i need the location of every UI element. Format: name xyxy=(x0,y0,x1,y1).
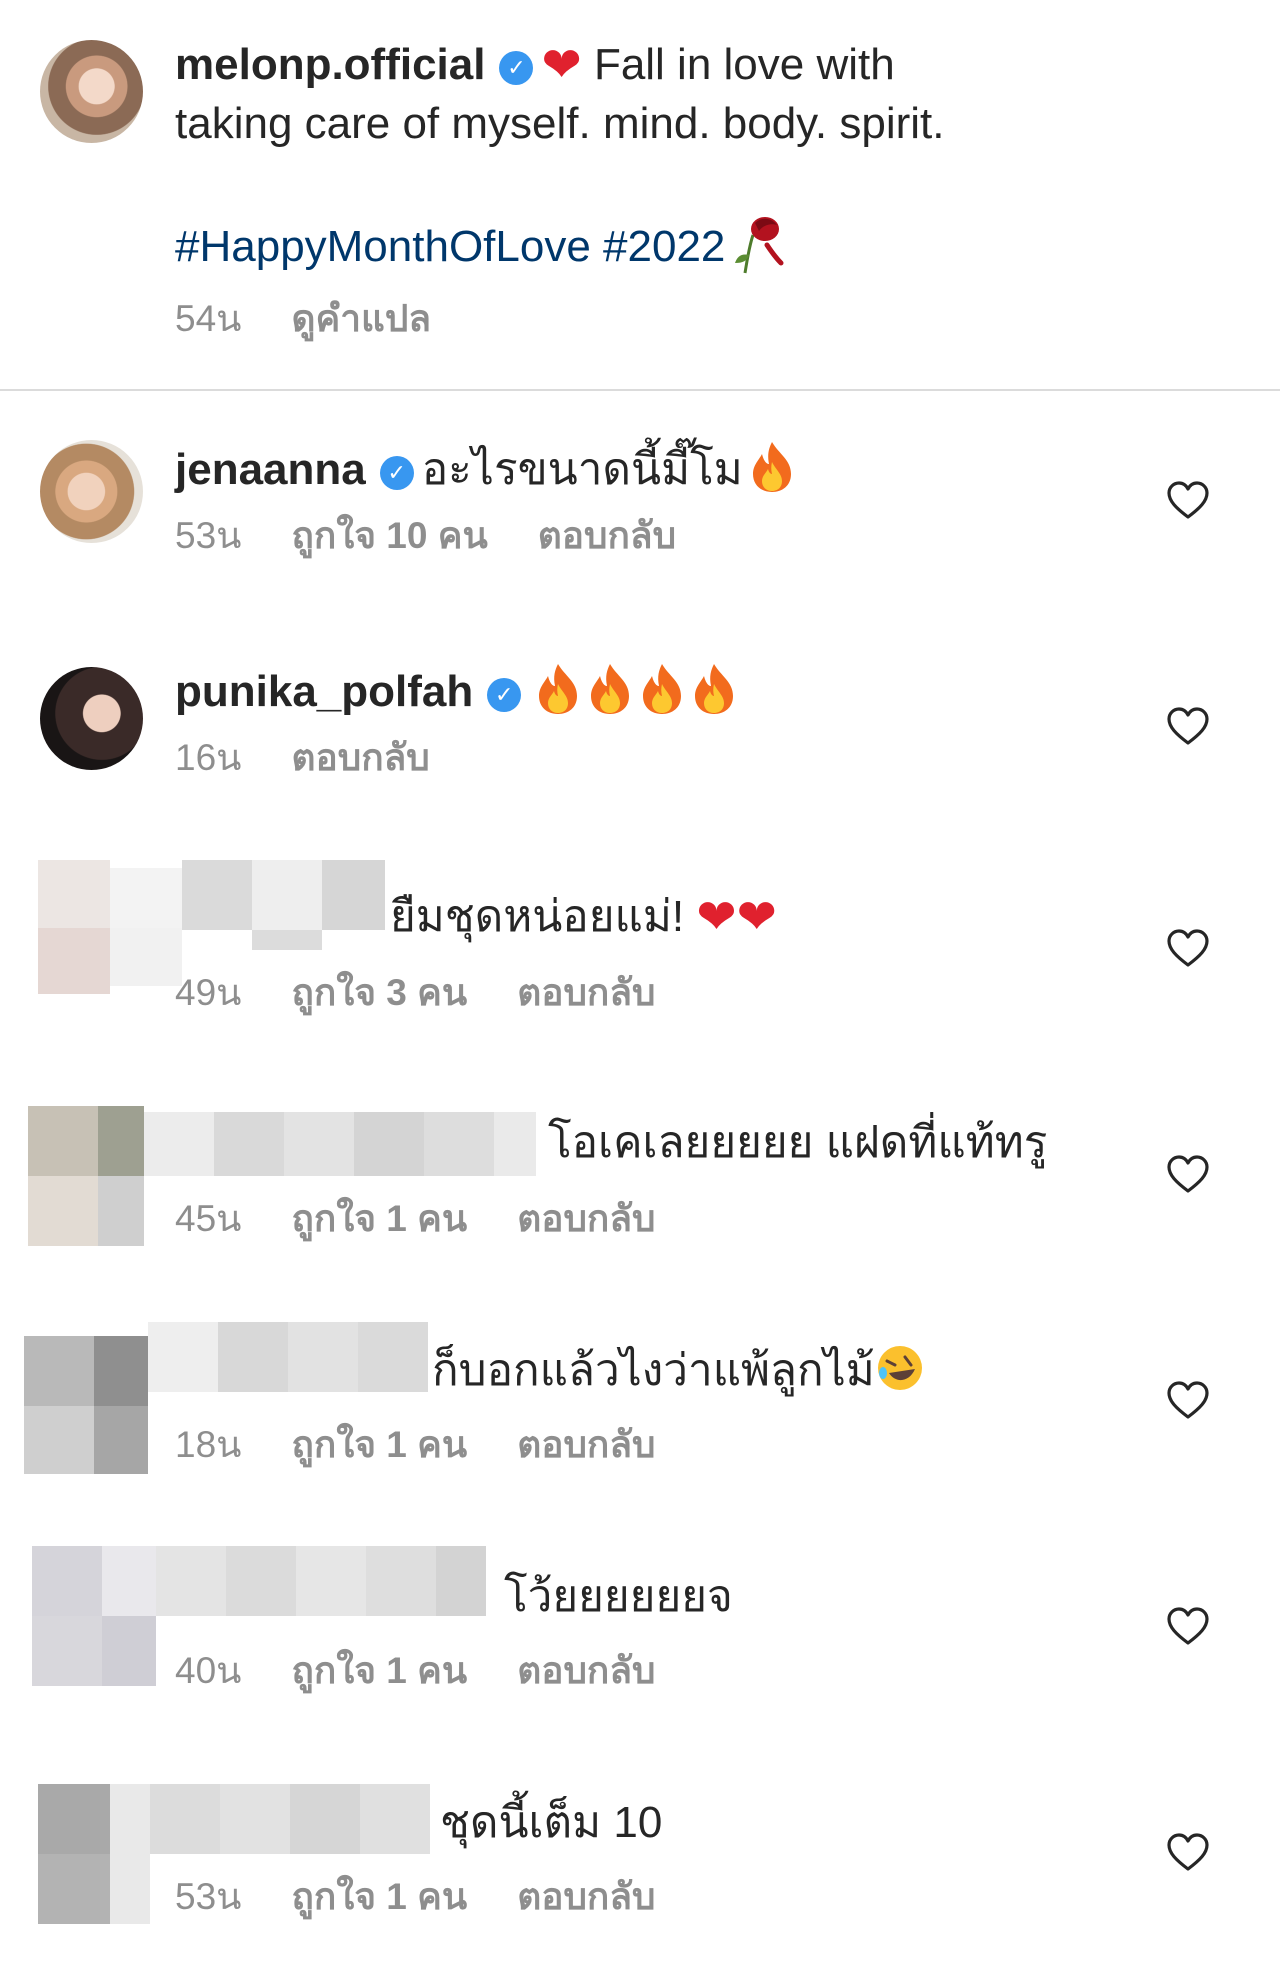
reply-button[interactable]: ตอบกลับ xyxy=(517,972,655,1013)
reply-button[interactable]: ตอบกลับ xyxy=(517,1424,655,1465)
comment-meta: 40น ถูกใจ 1 คน ตอบกลับ xyxy=(175,1648,706,1694)
divider xyxy=(0,389,1280,391)
comment-meta: 53น ถูกใจ 1 คน ตอบกลับ xyxy=(175,1874,706,1920)
pixelated-avatar[interactable] xyxy=(24,1336,148,1474)
caption-text-line1: Fall in love with xyxy=(593,40,895,89)
caption-time: 54น xyxy=(175,298,242,339)
translate-link[interactable]: ดูคำแปล xyxy=(291,298,431,339)
caption-hashtags[interactable]: #HappyMonthOfLove #2022 xyxy=(175,222,725,271)
comment-line: ยืมชุดหน่อยแม่! ❤❤ xyxy=(390,888,777,947)
heart-outline-icon[interactable] xyxy=(1166,706,1210,746)
caption-meta: 54น ดูคำแปล xyxy=(175,296,944,342)
comment-text: ก็บอกแล้วไงว่าแพ้ลูกไม้ xyxy=(432,1346,875,1395)
pixelated-avatar[interactable] xyxy=(38,860,110,994)
reply-button[interactable]: ตอบกลับ xyxy=(291,737,429,778)
comment-item: jenaanna ✓ อะไรขนาดนี้มี๊โม 53น ถูกใจ 10 คน… xyxy=(175,440,795,559)
comment-likes[interactable]: ถูกใจ 1 คน xyxy=(291,1876,467,1917)
pixelated-avatar[interactable] xyxy=(38,1784,110,1924)
caption-username[interactable]: melonp.official xyxy=(175,40,485,89)
verified-icon: ✓ xyxy=(487,678,522,712)
comment-meta: 45น ถูกใจ 1 คน ตอบกลับ xyxy=(175,1196,706,1242)
reply-button[interactable]: ตอบกลับ xyxy=(517,1650,655,1691)
pixelated-username xyxy=(148,1322,428,1392)
heart-outline-icon[interactable] xyxy=(1166,480,1210,520)
rolling-laughing-emoji-icon xyxy=(877,1346,922,1390)
comment-text: โว้ยยยยยยจ xyxy=(504,1572,733,1621)
comment-time: 49น xyxy=(175,972,242,1013)
comment-line: jenaanna ✓ อะไรขนาดนี้มี๊โม xyxy=(175,440,795,499)
comment-item: ยืมชุดหน่อยแม่! ❤❤ xyxy=(390,888,777,947)
comment-item: ก็บอกแล้วไงว่าแพ้ลูกไม้ xyxy=(432,1342,925,1400)
fire-emoji-icon xyxy=(587,662,633,716)
comment-username[interactable]: punika_polfah xyxy=(175,667,473,716)
comment-meta: 18น ถูกใจ 1 คน ตอบกลับ xyxy=(175,1422,706,1468)
heart-outline-icon[interactable] xyxy=(1166,1832,1210,1872)
comment-likes[interactable]: ถูกใจ 3 คน xyxy=(291,972,467,1013)
comment-line: punika_polfah ✓ xyxy=(175,662,737,721)
commenter-avatar[interactable] xyxy=(40,667,143,770)
commenter-avatar[interactable] xyxy=(40,440,143,543)
pixelated-avatar[interactable] xyxy=(32,1546,156,1686)
pixelated-username xyxy=(144,1112,536,1176)
comment-text: ยืมชุดหน่อยแม่! xyxy=(390,892,685,941)
heart-outline-icon[interactable] xyxy=(1166,928,1210,968)
comment-time: 45น xyxy=(175,1198,242,1239)
pixelated-avatar[interactable] xyxy=(28,1106,144,1246)
comment-item: punika_polfah ✓ 16น ตอบกลับ xyxy=(175,662,737,781)
red-heart-emoji-icon: ❤ xyxy=(541,39,582,92)
comment-time: 16น xyxy=(175,737,242,778)
author-avatar[interactable] xyxy=(40,40,143,143)
comment-username[interactable]: jenaanna xyxy=(175,445,366,494)
comment-item: โอเคเลยยยยย แฝดที่แท้ทรู xyxy=(548,1114,1047,1172)
comment-likes[interactable]: ถูกใจ 1 คน xyxy=(291,1650,467,1691)
fire-emoji-icon xyxy=(749,440,795,494)
heart-outline-icon[interactable] xyxy=(1166,1380,1210,1420)
comment-time: 53น xyxy=(175,1876,242,1917)
heart-outline-icon[interactable] xyxy=(1166,1154,1210,1194)
comment-likes[interactable]: ถูกใจ 1 คน xyxy=(291,1198,467,1239)
fire-emoji-icon xyxy=(535,662,581,716)
fire-emoji-icon xyxy=(639,662,685,716)
comment-time: 40น xyxy=(175,1650,242,1691)
red-heart-emoji-icon: ❤ xyxy=(736,891,777,944)
caption-text-line2: taking care of myself. mind. body. spiri… xyxy=(175,99,945,148)
reply-button[interactable]: ตอบกลับ xyxy=(517,1198,655,1239)
comment-time: 18น xyxy=(175,1424,242,1465)
comment-time: 53น xyxy=(175,515,242,556)
comment-meta: 49น ถูกใจ 3 คน ตอบกลับ xyxy=(175,970,706,1016)
verified-icon: ✓ xyxy=(499,51,534,85)
comment-item: ชุดนี้เต็ม 10 xyxy=(440,1794,662,1852)
comment-likes[interactable]: ถูกใจ 10 คน xyxy=(291,515,487,556)
reply-button[interactable]: ตอบกลับ xyxy=(517,1876,655,1917)
heart-outline-icon[interactable] xyxy=(1166,1606,1210,1646)
reply-button[interactable]: ตอบกลับ xyxy=(538,515,676,556)
red-heart-emoji-icon: ❤ xyxy=(696,891,737,944)
fire-emoji-icon xyxy=(691,662,737,716)
comment-text: อะไรขนาดนี้มี๊โม xyxy=(421,445,743,494)
comment-text: โอเคเลยยยยย แฝดที่แท้ทรู xyxy=(548,1118,1048,1167)
comment-item: โว้ยยยยยยจ xyxy=(504,1568,733,1626)
verified-icon: ✓ xyxy=(379,456,414,490)
caption-line-1: melonp.official ✓ ❤ Fall in love with xyxy=(175,36,944,95)
comment-meta: 16น ตอบกลับ xyxy=(175,735,737,781)
pixelated-username xyxy=(156,1546,486,1616)
comment-text: ชุดนี้เต็ม 10 xyxy=(440,1798,663,1847)
comment-likes[interactable]: ถูกใจ 1 คน xyxy=(291,1424,467,1465)
comment-meta: 53น ถูกใจ 10 คน ตอบกลับ xyxy=(175,513,795,559)
comment-line: ก็บอกแล้วไงว่าแพ้ลูกไม้ xyxy=(432,1342,925,1400)
wilted-rose-icon xyxy=(735,217,784,274)
caption-block: melonp.official ✓ ❤ Fall in love with taki… xyxy=(175,36,944,342)
caption-hashtag-line: #HappyMonthOfLove #2022 xyxy=(175,211,944,276)
